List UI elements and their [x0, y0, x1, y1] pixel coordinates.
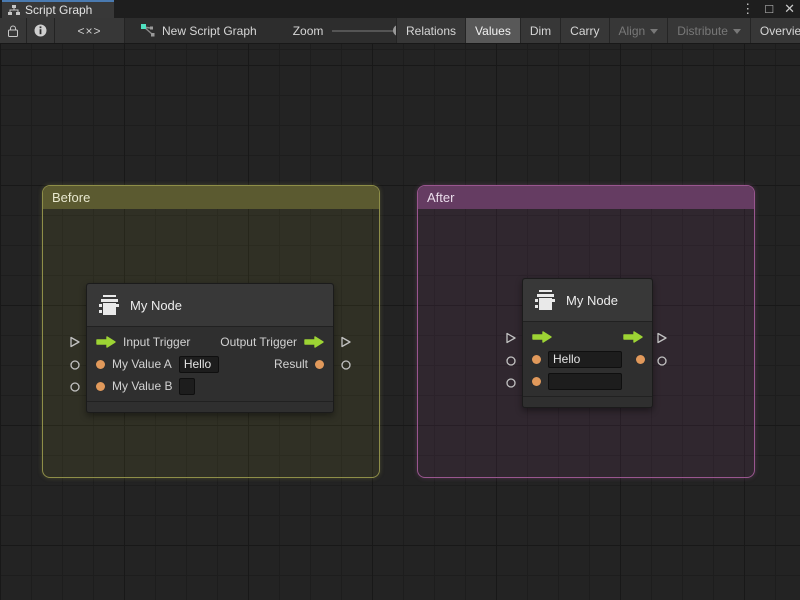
node-header[interactable]: My Node [523, 279, 652, 322]
external-value-input-port[interactable] [506, 378, 516, 388]
value-a-label: My Value A [112, 357, 172, 371]
node-body [523, 322, 652, 396]
node-row-value-b: My Value B [87, 375, 333, 397]
zoom-label: Zoom [293, 24, 324, 38]
maximize-icon[interactable]: □ [765, 0, 773, 18]
tab-script-graph[interactable]: Script Graph [2, 0, 114, 18]
toolbar-right-cluster: Relations Values Dim Carry Align Distrib… [396, 18, 800, 43]
graph-breadcrumb[interactable]: New Script Graph [131, 18, 267, 43]
align-label: Align [619, 24, 646, 38]
overview-button[interactable]: Overview [750, 18, 800, 43]
align-dropdown[interactable]: Align [609, 18, 668, 43]
graph-hierarchy-icon [8, 5, 20, 16]
value-b-field[interactable] [179, 378, 195, 395]
graph-toolbar: <×> New Script Graph Zoom 1x Re [0, 18, 800, 44]
node-title: My Node [566, 293, 618, 308]
node-footer [523, 396, 652, 407]
info-icon [34, 24, 47, 37]
chevron-down-icon [733, 29, 741, 34]
external-flow-output-port[interactable] [656, 332, 668, 344]
flow-output-port[interactable] [623, 331, 643, 343]
unit-node-icon [98, 295, 120, 315]
node-footer [87, 401, 333, 412]
external-flow-input-port[interactable] [69, 336, 81, 348]
group-after-title: After [427, 190, 454, 205]
output-trigger-label: Output Trigger [220, 335, 297, 349]
node-row-value-a [523, 348, 652, 370]
flow-input-port[interactable] [96, 336, 116, 348]
flow-input-port[interactable] [532, 331, 552, 343]
window-controls: ⋮ □ ✕ [741, 0, 795, 18]
node-my-node-after[interactable]: My Node [522, 278, 653, 408]
lock-button[interactable] [0, 18, 27, 43]
external-value-input-port[interactable] [70, 360, 80, 370]
value-a-field[interactable] [179, 356, 219, 373]
node-header[interactable]: My Node [87, 284, 333, 327]
graph-name-label: New Script Graph [162, 24, 257, 38]
node-title: My Node [130, 298, 182, 313]
external-value-input-port[interactable] [70, 382, 80, 392]
code-preview-icon: <×> [77, 24, 101, 38]
external-value-output-port[interactable] [657, 356, 667, 366]
external-value-input-port[interactable] [506, 356, 516, 366]
value-input-port[interactable] [96, 382, 105, 391]
close-icon[interactable]: ✕ [784, 0, 795, 18]
chevron-down-icon [650, 29, 658, 34]
dim-label: Dim [530, 24, 551, 38]
group-before-title: Before [52, 190, 90, 205]
carry-button[interactable]: Carry [560, 18, 608, 43]
group-before-header[interactable]: Before [43, 186, 379, 209]
node-row-value-a: My Value A Result [87, 353, 333, 375]
unit-node-icon [534, 290, 556, 310]
distribute-dropdown[interactable]: Distribute [667, 18, 750, 43]
node-my-node-before[interactable]: My Node Input Trigger Output Trigger My … [86, 283, 334, 413]
graph-canvas[interactable]: Before After My Node [0, 44, 800, 600]
overview-label: Overview [760, 24, 800, 38]
external-flow-output-port[interactable] [340, 336, 352, 348]
values-button[interactable]: Values [465, 18, 520, 43]
title-bar: Script Graph ⋮ □ ✕ [0, 0, 800, 18]
value-input-port[interactable] [532, 355, 541, 364]
value-b-field[interactable] [548, 373, 622, 390]
distribute-label: Distribute [677, 24, 728, 38]
group-after-header[interactable]: After [418, 186, 754, 209]
code-preview-button[interactable]: <×> [55, 18, 125, 43]
value-output-port[interactable] [636, 355, 645, 364]
toolbar-left-cluster: <×> New Script Graph Zoom 1x [0, 18, 428, 43]
values-label: Values [475, 24, 511, 38]
node-body: Input Trigger Output Trigger My Value A … [87, 327, 333, 401]
node-row-trigger: Input Trigger Output Trigger [87, 331, 333, 353]
result-label: Result [274, 357, 308, 371]
value-output-port[interactable] [315, 360, 324, 369]
node-row-value-b [523, 370, 652, 392]
node-row-trigger [523, 326, 652, 348]
external-value-output-port[interactable] [341, 360, 351, 370]
relations-button[interactable]: Relations [396, 18, 465, 43]
relations-label: Relations [406, 24, 456, 38]
value-input-port[interactable] [532, 377, 541, 386]
value-a-field[interactable] [548, 351, 622, 368]
value-b-label: My Value B [112, 379, 172, 393]
script-graph-asset-icon [141, 24, 155, 37]
lock-icon [8, 25, 18, 37]
menu-kebab-icon[interactable]: ⋮ [741, 0, 754, 18]
flow-output-port[interactable] [304, 336, 324, 348]
carry-label: Carry [570, 24, 599, 38]
dim-button[interactable]: Dim [520, 18, 560, 43]
input-trigger-label: Input Trigger [123, 335, 190, 349]
value-input-port[interactable] [96, 360, 105, 369]
tab-label: Script Graph [25, 3, 92, 17]
info-button[interactable] [27, 18, 55, 43]
external-flow-input-port[interactable] [505, 332, 517, 344]
